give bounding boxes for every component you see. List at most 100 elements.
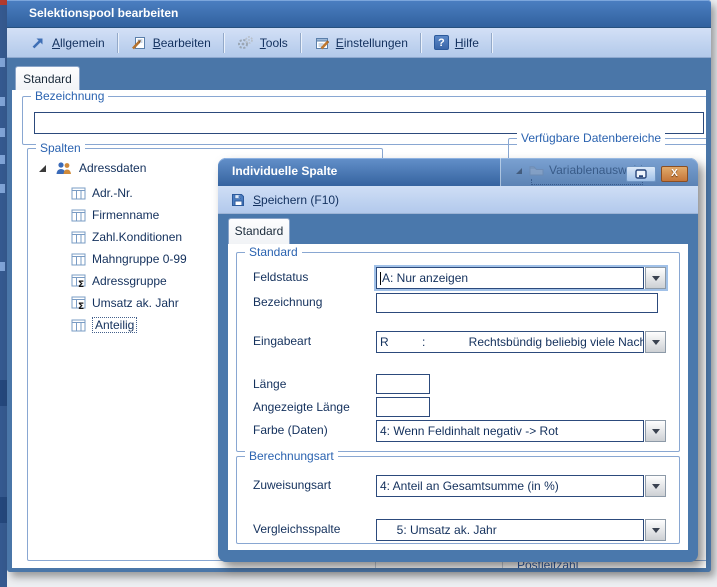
tab-label: Standard bbox=[23, 72, 72, 86]
dialog-title: Individuelle Spalte bbox=[232, 164, 337, 178]
group-label: Standard bbox=[245, 245, 302, 259]
main-toolbar: Allgemein Bearbeiten Tools bbox=[7, 28, 711, 58]
group-label: Spalten bbox=[36, 141, 85, 155]
question-glyph: ? bbox=[438, 37, 445, 49]
vergleichsspalte-combobox[interactable]: 5: Umsatz ak. Jahr bbox=[376, 519, 666, 541]
background-fragment bbox=[0, 128, 5, 137]
tree-item-label: Anteilig bbox=[92, 317, 137, 333]
group-label: Berechnungsart bbox=[245, 449, 338, 463]
toolbar-item-label: Hilfe bbox=[455, 36, 479, 50]
edit-page-icon bbox=[131, 35, 147, 51]
toolbar-item-einstellungen[interactable]: Einstellungen bbox=[305, 32, 417, 54]
chevron-down-icon bbox=[652, 484, 660, 489]
dialog-toolbar: Speichern (F10) bbox=[218, 186, 698, 214]
restore-window-button[interactable] bbox=[626, 166, 656, 182]
toolbar-item-tools[interactable]: Tools bbox=[228, 32, 297, 54]
background-window-sliver bbox=[0, 0, 7, 587]
tree-item-label: Adr.-Nr. bbox=[92, 186, 133, 200]
zuweisungsart-dropdown-button[interactable] bbox=[645, 475, 666, 497]
save-button[interactable]: Speichern (F10) bbox=[253, 193, 339, 207]
chevron-down-icon bbox=[652, 340, 660, 345]
farbe-combobox[interactable]: 4: Wenn Feldinhalt negativ -> Rot bbox=[376, 420, 666, 442]
vergleichsspalte-field[interactable]: 5: Umsatz ak. Jahr bbox=[376, 519, 644, 541]
column-icon bbox=[71, 253, 86, 266]
feldstatus-combobox[interactable]: A: Nur anzeigen bbox=[376, 267, 666, 289]
group-standard: Standard Feldstatus A: Nur anzeigen Beze… bbox=[236, 252, 680, 452]
tree-item-label: Mahngruppe 0-99 bbox=[92, 252, 187, 266]
feldstatus-label: Feldstatus bbox=[253, 270, 308, 284]
eingabeart-dropdown-button[interactable] bbox=[645, 331, 666, 353]
eingabeart-field[interactable]: R : Rechtsbündig beliebig viele Nachkomm… bbox=[376, 331, 644, 353]
farbe-dropdown-button[interactable] bbox=[645, 420, 666, 442]
tab-standard-main[interactable]: Standard bbox=[15, 66, 80, 91]
zuweisungsart-label: Zuweisungsart bbox=[253, 478, 331, 492]
column-icon bbox=[71, 209, 86, 222]
feldstatus-dropdown-button[interactable] bbox=[645, 267, 666, 289]
vergleichsspalte-dropdown-button[interactable] bbox=[645, 519, 666, 541]
chevron-down-icon bbox=[652, 429, 660, 434]
toolbar-item-bearbeiten[interactable]: Bearbeiten bbox=[122, 32, 220, 54]
close-icon: X bbox=[671, 168, 678, 179]
background-fragment bbox=[0, 262, 5, 271]
eingabeart-combobox[interactable]: R : Rechtsbündig beliebig viele Nachkomm… bbox=[376, 331, 666, 353]
vergleichsspalte-value: 5: Umsatz ak. Jahr bbox=[380, 523, 497, 537]
laenge-input[interactable]: 5 bbox=[376, 374, 430, 394]
text-caret bbox=[380, 272, 381, 285]
background-fragment bbox=[0, 0, 7, 5]
tree-item-label: Umsatz ak. Jahr bbox=[92, 296, 179, 310]
toolbar-separator bbox=[420, 33, 422, 53]
toolbar-item-hilfe[interactable]: ? Hilfe bbox=[425, 32, 488, 54]
window-titlebar[interactable]: Selektionspool bearbeiten bbox=[7, 0, 711, 28]
angezeigte-laenge-label: Angezeigte Länge bbox=[253, 400, 350, 414]
column-sigma-icon: Σ bbox=[71, 296, 86, 310]
column-icon bbox=[71, 231, 86, 244]
tree-item-mahngruppe[interactable]: Mahngruppe 0-99 bbox=[71, 250, 187, 268]
background-fragment bbox=[0, 58, 5, 67]
tree-item-adressgruppe[interactable]: Σ Adressgruppe bbox=[71, 272, 167, 290]
window-glyph-icon bbox=[635, 169, 647, 179]
tree-item-label: Firmenname bbox=[92, 208, 159, 222]
tree-item-zahl-konditionen[interactable]: Zahl.Konditionen bbox=[71, 228, 182, 246]
column-icon bbox=[71, 319, 86, 332]
ghost-tree-item-variablenauswahl: Variablenauswahl bbox=[515, 163, 643, 177]
toolbar-item-label: Einstellungen bbox=[336, 36, 408, 50]
feldstatus-field[interactable]: A: Nur anzeigen bbox=[376, 267, 644, 289]
users-icon bbox=[54, 161, 73, 175]
zuweisungsart-combobox[interactable]: 4: Anteil an Gesamtsumme (in %) bbox=[376, 475, 666, 497]
dialog-individuelle-spalte: Individuelle Spalte Variablenauswahl bbox=[218, 158, 698, 562]
background-fragment bbox=[0, 184, 5, 193]
bezeichnung-dialog-input[interactable]: Anteilig bbox=[376, 293, 658, 313]
chevron-down-icon bbox=[652, 528, 660, 533]
toolbar-item-label: Tools bbox=[260, 36, 288, 50]
tree-item-umsatz[interactable]: Σ Umsatz ak. Jahr bbox=[71, 294, 179, 312]
tree-item-firmenname[interactable]: Firmenname bbox=[71, 206, 159, 224]
dialog-content: Standard Feldstatus A: Nur anzeigen Beze… bbox=[228, 244, 688, 550]
toolbar-separator bbox=[300, 33, 302, 53]
background-fragment bbox=[0, 155, 5, 164]
group-berechnungsart: Berechnungsart Zuweisungsart 4: Anteil a… bbox=[236, 456, 680, 544]
tree-item-adr-nr[interactable]: Adr.-Nr. bbox=[71, 184, 133, 202]
expand-triangle-icon bbox=[515, 166, 524, 175]
tree-item-label: Adressgruppe bbox=[92, 274, 167, 288]
farbe-field[interactable]: 4: Wenn Feldinhalt negativ -> Rot bbox=[376, 420, 644, 442]
tree-item-anteilig[interactable]: Anteilig bbox=[71, 316, 137, 334]
expand-triangle-icon[interactable] bbox=[38, 163, 48, 173]
zuweisungsart-field[interactable]: 4: Anteil an Gesamtsumme (in %) bbox=[376, 475, 644, 497]
tree-item-label: Adressdaten bbox=[79, 161, 146, 175]
toolbar-separator bbox=[491, 33, 493, 53]
column-icon bbox=[71, 187, 86, 200]
dialog-titlebar[interactable]: Individuelle Spalte Variablenauswahl bbox=[218, 158, 698, 186]
toolbar-item-label: Allgemein bbox=[52, 36, 105, 50]
toolbar-item-allgemein[interactable]: Allgemein bbox=[21, 32, 114, 54]
save-icon bbox=[230, 192, 246, 208]
farbe-value: 4: Wenn Feldinhalt negativ -> Rot bbox=[380, 424, 558, 438]
background-fragment bbox=[0, 97, 5, 106]
column-sigma-icon: Σ bbox=[71, 274, 86, 288]
angezeigte-laenge-input[interactable]: 5 bbox=[376, 397, 430, 417]
tree-item-label: Zahl.Konditionen bbox=[92, 230, 182, 244]
tab-standard-dialog[interactable]: Standard bbox=[228, 218, 290, 244]
toolbar-item-label: Bearbeiten bbox=[153, 36, 211, 50]
close-button[interactable]: X bbox=[661, 166, 688, 182]
dialog-window-buttons: X bbox=[626, 166, 688, 182]
tree-item-adressdaten[interactable]: Adressdaten bbox=[38, 159, 146, 177]
